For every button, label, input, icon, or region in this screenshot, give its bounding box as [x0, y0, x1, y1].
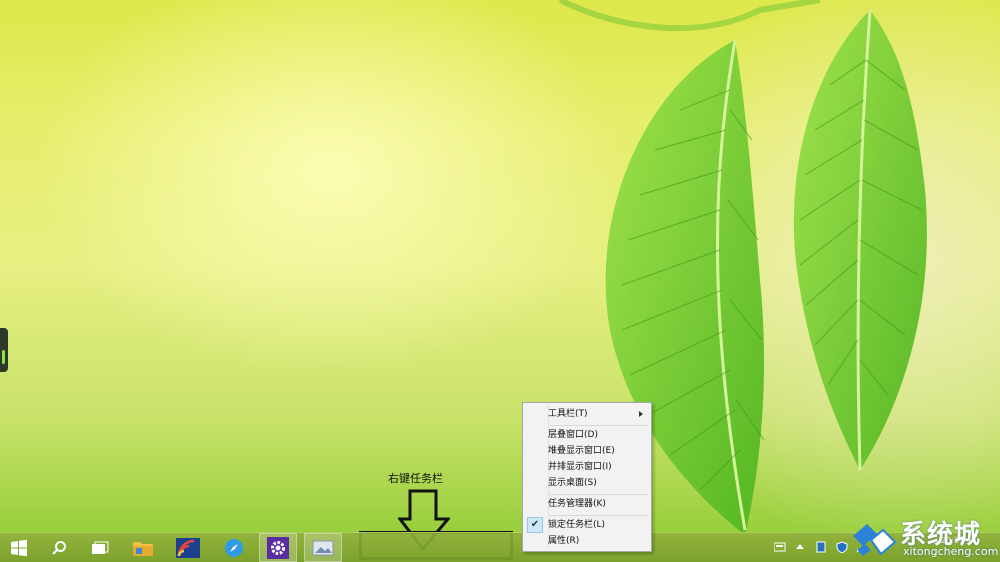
menu-item-label: 层叠窗口(D)	[548, 430, 598, 440]
menu-item-label: 并排显示窗口(I)	[548, 462, 612, 472]
submenu-arrow-icon	[639, 411, 643, 417]
menu-item-side-by-side-windows[interactable]: 并排显示窗口(I)	[525, 459, 649, 475]
menu-item-stack-windows[interactable]: 堆叠显示窗口(E)	[525, 443, 649, 459]
photos-button[interactable]	[304, 533, 342, 562]
battery-icon[interactable]	[816, 541, 828, 553]
menu-item-cascade-windows[interactable]: 层叠窗口(D)	[525, 427, 649, 443]
rss-app-button[interactable]	[169, 533, 207, 562]
settings-button[interactable]	[259, 533, 297, 562]
menu-item-label: 堆叠显示窗口(E)	[548, 446, 615, 456]
menu-item-label: 显示桌面(S)	[548, 478, 597, 488]
taskbar-context-menu: 工具栏(T) 层叠窗口(D) 堆叠显示窗口(E) 并排显示窗口(I) 显示桌面(…	[522, 402, 652, 552]
browser-button[interactable]	[215, 533, 253, 562]
windows-logo-icon	[11, 539, 27, 556]
rss-icon	[176, 537, 200, 558]
site-watermark: 系统城 xitongcheng.com	[845, 512, 1000, 562]
menu-item-label: 锁定任务栏(L)	[548, 520, 606, 530]
menu-item-label: 属性(R)	[548, 536, 580, 546]
menu-separator	[549, 494, 648, 495]
watermark-url: xitongcheng.com	[903, 545, 999, 558]
checkmark-icon: ✔	[527, 517, 543, 533]
gear-icon	[267, 536, 289, 559]
watermark-logo-icon	[853, 524, 897, 556]
search-icon	[52, 540, 66, 555]
menu-item-show-desktop[interactable]: 显示桌面(S)	[525, 475, 649, 491]
side-gadget-handle[interactable]	[0, 328, 8, 372]
task-view-button[interactable]	[81, 533, 119, 562]
search-button[interactable]	[40, 533, 78, 562]
menu-item-task-manager[interactable]: 任务管理器(K)	[525, 496, 649, 512]
file-explorer-button[interactable]	[124, 533, 162, 562]
folder-icon	[133, 541, 153, 556]
show-hidden-icons-icon[interactable]	[794, 541, 806, 553]
keyboard-icon[interactable]	[774, 541, 786, 553]
leaf-illustration	[558, 0, 927, 532]
desktop-wallpaper	[0, 0, 1000, 532]
menu-item-label: 工具栏(T)	[548, 409, 588, 419]
compass-icon	[225, 538, 243, 557]
photos-icon	[312, 540, 334, 555]
menu-item-label: 任务管理器(K)	[548, 499, 606, 509]
menu-item-toolbars[interactable]: 工具栏(T)	[525, 406, 649, 422]
menu-item-lock-taskbar[interactable]: ✔ 锁定任务栏(L)	[525, 517, 649, 533]
menu-item-properties[interactable]: 属性(R)	[525, 533, 649, 549]
menu-separator	[549, 515, 648, 516]
annotation-label: 右键任务栏	[388, 472, 443, 485]
start-button[interactable]	[0, 533, 38, 562]
task-view-icon	[92, 541, 109, 554]
menu-separator	[549, 425, 648, 426]
